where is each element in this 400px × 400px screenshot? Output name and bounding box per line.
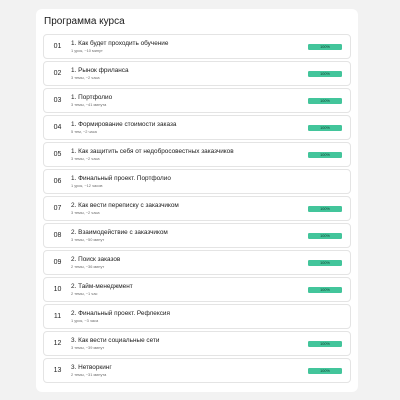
lesson-number: 09 [53, 259, 62, 266]
lesson-row[interactable]: 12 3. Как вести социальные сети 3 темы, ~3… [43, 331, 351, 356]
progress-bar: 100% [308, 286, 342, 293]
lesson-meta: 1 урок, ~3 часа [71, 317, 99, 323]
progress-bar: 100% [308, 151, 342, 158]
lesson-info: 1. Формирование стоимости заказа 5 тем, ~… [71, 121, 308, 135]
lesson-info: 2. Как вести переписку с заказчиком 3 тем… [71, 202, 308, 216]
lesson-meta: 2 темы, ~36 минут [71, 263, 105, 269]
lesson-row[interactable]: 07 2. Как вести переписку с заказчиком 3 т… [43, 196, 351, 221]
progress-bar: 100% [308, 124, 342, 131]
lesson-info: 2. Поиск заказов 2 темы, ~36 минут [71, 256, 308, 270]
progress-bar: 100% [308, 367, 342, 374]
lesson-number: 10 [53, 286, 62, 293]
lesson-meta: 3 темы, ~2 часа [71, 155, 100, 161]
lesson-row[interactable]: 10 2. Тайм-менеджмент 2 темы, ~1 час 100% [43, 277, 351, 302]
progress-label: 100% [320, 71, 330, 76]
progress-label: 100% [320, 125, 330, 130]
lesson-number: 01 [53, 43, 62, 50]
lesson-number: 05 [53, 151, 62, 158]
lesson-title: 2. Финальный проект. Рефлексия [71, 309, 170, 317]
lesson-row[interactable]: 06 1. Финальный проект. Портфолио 1 урок, … [43, 169, 351, 194]
lesson-info: 1. Рынок фриланса 3 темы, ~2 часа [71, 67, 308, 81]
lesson-info: 1. Как будет проходить обучение 1 урок, ~… [71, 40, 308, 54]
progress-bar: 100% [308, 232, 342, 239]
lesson-meta: 3 темы, ~41 минута [71, 101, 107, 107]
lesson-number: 04 [53, 124, 62, 131]
lesson-number: 03 [53, 97, 62, 104]
lesson-info: 2. Взаимодействие с заказчиком 3 темы, ~5… [71, 229, 308, 243]
lesson-title: 3. Нетворкинг [71, 363, 112, 371]
lesson-number: 11 [53, 313, 62, 320]
lesson-meta: 3 темы, ~39 минут [71, 344, 105, 350]
lesson-info: 3. Как вести социальные сети 3 темы, ~39 … [71, 337, 308, 351]
progress-bar: 100% [308, 70, 342, 77]
progress-bar: 100% [308, 205, 342, 212]
lesson-title: 1. Как защитить себя от недобросовестных… [71, 147, 234, 155]
lesson-row[interactable]: 01 1. Как будет проходить обучение 1 урок,… [43, 34, 351, 59]
lesson-number: 06 [53, 178, 62, 185]
progress-label: 100% [320, 287, 330, 292]
lesson-info: 1. Портфолио 3 темы, ~41 минута [71, 94, 308, 108]
lesson-meta: 3 темы, ~2 часа [71, 74, 100, 80]
progress-label: 100% [320, 368, 330, 373]
lesson-row[interactable]: 09 2. Поиск заказов 2 темы, ~36 минут 100% [43, 250, 351, 275]
progress-label: 100% [320, 44, 330, 49]
lesson-title: 1. Формирование стоимости заказа [71, 120, 177, 128]
lesson-number: 08 [53, 232, 62, 239]
progress-label: 100% [320, 233, 330, 238]
lesson-meta: 1 урок, ~10 минут [71, 47, 103, 53]
panel-title: Программа курса [44, 16, 125, 27]
lesson-title: 2. Поиск заказов [71, 255, 121, 263]
lesson-info: 2. Финальный проект. Рефлексия 1 урок, ~3… [71, 310, 350, 324]
course-program-panel: Программа курса 01 1. Как будет проходить… [36, 9, 358, 392]
lesson-row[interactable]: 02 1. Рынок фриланса 3 темы, ~2 часа 100% [43, 61, 351, 86]
lesson-meta: 5 тем, ~2 часа [71, 128, 97, 134]
progress-bar: 100% [308, 259, 342, 266]
lesson-number: 12 [53, 340, 62, 347]
progress-bar: 100% [308, 97, 342, 104]
lesson-row[interactable]: 04 1. Формирование стоимости заказа 5 тем,… [43, 115, 351, 140]
progress-label: 100% [320, 98, 330, 103]
lesson-info: 1. Финальный проект. Портфолио 1 урок, ~1… [71, 175, 350, 189]
lesson-row[interactable]: 08 2. Взаимодействие с заказчиком 3 темы, … [43, 223, 351, 248]
lesson-title: 1. Рынок фриланса [71, 66, 129, 74]
lesson-row[interactable]: 13 3. Нетворкинг 2 темы, ~31 минута 100% [43, 358, 351, 383]
lesson-title: 2. Как вести переписку с заказчиком [71, 201, 179, 209]
lesson-list: 01 1. Как будет проходить обучение 1 урок,… [43, 34, 351, 385]
progress-label: 100% [320, 206, 330, 211]
lesson-meta: 3 темы, ~50 минут [71, 236, 105, 242]
lesson-row[interactable]: 11 2. Финальный проект. Рефлексия 1 урок, … [43, 304, 351, 329]
lesson-info: 2. Тайм-менеджмент 2 темы, ~1 час [71, 283, 308, 297]
lesson-meta: 2 темы, ~1 час [71, 290, 98, 296]
lesson-meta: 2 темы, ~31 минута [71, 371, 107, 377]
lesson-number: 02 [53, 70, 62, 77]
lesson-title: 1. Финальный проект. Портфолио [71, 174, 171, 182]
lesson-title: 3. Как вести социальные сети [71, 336, 160, 344]
progress-label: 100% [320, 341, 330, 346]
progress-bar: 100% [308, 340, 342, 347]
progress-label: 100% [320, 152, 330, 157]
lesson-row[interactable]: 03 1. Портфолио 3 темы, ~41 минута 100% [43, 88, 351, 113]
lesson-meta: 3 темы, ~2 часа [71, 209, 100, 215]
lesson-title: 2. Взаимодействие с заказчиком [71, 228, 168, 236]
lesson-number: 13 [53, 367, 62, 374]
lesson-title: 1. Портфолио [71, 93, 113, 101]
lesson-meta: 1 урок, ~12 часов [71, 182, 103, 188]
lesson-info: 1. Как защитить себя от недобросовестных… [71, 148, 308, 162]
lesson-number: 07 [53, 205, 62, 212]
progress-label: 100% [320, 260, 330, 265]
lesson-title: 1. Как будет проходить обучение [71, 39, 169, 47]
lesson-info: 3. Нетворкинг 2 темы, ~31 минута [71, 364, 308, 378]
lesson-row[interactable]: 05 1. Как защитить себя от недобросовестн… [43, 142, 351, 167]
lesson-title: 2. Тайм-менеджмент [71, 282, 133, 290]
progress-bar: 100% [308, 43, 342, 50]
